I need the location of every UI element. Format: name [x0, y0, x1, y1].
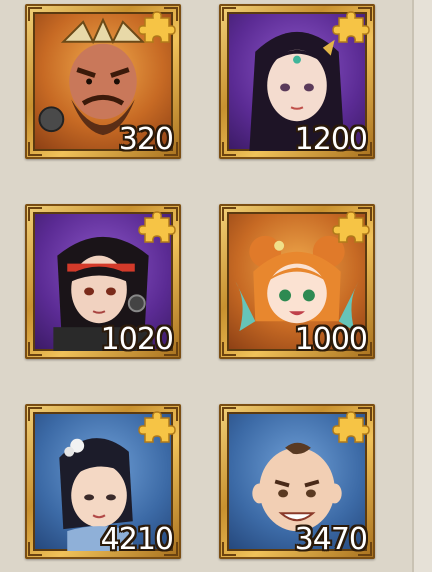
card-value: 3470: [294, 522, 368, 557]
hero-card-horned-warrior[interactable]: 320: [25, 4, 181, 159]
puzzle-piece-icon: [332, 411, 370, 443]
puzzle-piece-icon: [138, 11, 176, 43]
card-value: 1000: [294, 322, 368, 357]
hero-card-lady-with-flower-hairpin[interactable]: 4210: [25, 404, 181, 559]
frame-corner: [222, 542, 236, 556]
frame-corner: [222, 7, 236, 21]
hero-card-swordsman-with-headband[interactable]: 1020: [25, 204, 181, 359]
frame-corner: [28, 407, 42, 421]
frame-corner: [28, 7, 42, 21]
puzzle-piece-icon: [332, 11, 370, 43]
frame-corner: [28, 342, 42, 356]
panel-scroll-strip[interactable]: [414, 0, 432, 572]
frame-corner: [222, 142, 236, 156]
hero-card-young-monk[interactable]: 3470: [219, 404, 375, 559]
frame-corner: [222, 407, 236, 421]
frame-corner: [28, 542, 42, 556]
hero-card-grid: 320 1200 1020 1000 4210 3470: [25, 4, 375, 559]
frame-corner: [28, 207, 42, 221]
frame-corner: [222, 342, 236, 356]
hero-card-girl-with-hair-buns[interactable]: 1000: [219, 204, 375, 359]
puzzle-piece-icon: [138, 411, 176, 443]
hero-card-maiden-with-tiara[interactable]: 1200: [219, 4, 375, 159]
frame-corner: [222, 207, 236, 221]
card-value: 1020: [100, 322, 174, 357]
puzzle-piece-icon: [332, 211, 370, 243]
card-value: 1200: [294, 122, 368, 157]
card-value: 320: [118, 122, 174, 157]
card-value: 4210: [100, 522, 174, 557]
puzzle-piece-icon: [138, 211, 176, 243]
frame-corner: [28, 142, 42, 156]
